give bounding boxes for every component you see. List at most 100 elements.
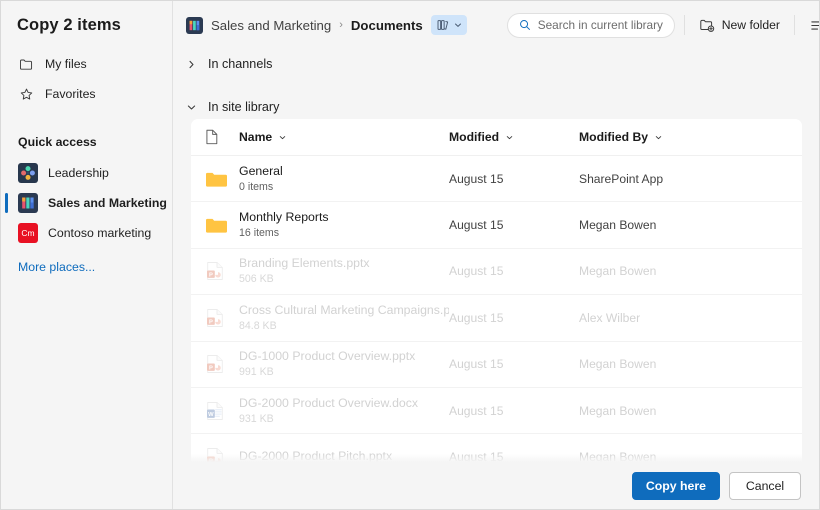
file-name: DG-2000 Product Overview.docx: [239, 395, 419, 410]
column-header-icon: [205, 129, 239, 145]
svg-text:P: P: [209, 366, 213, 372]
modified-by-cell: Megan Bowen: [579, 357, 657, 372]
column-label: Modified: [449, 130, 500, 144]
column-header-modified[interactable]: Modified: [449, 130, 579, 144]
table-row: P Branding Elements.pptx 506 KB August 1…: [191, 249, 802, 296]
new-folder-label: New folder: [721, 18, 780, 32]
column-label: Modified By: [579, 130, 649, 144]
sidebar-item-leadership[interactable]: Leadership: [1, 158, 172, 188]
file-name-cell: Branding Elements.pptx 506 KB: [239, 256, 449, 286]
copy-here-button[interactable]: Copy here: [631, 471, 720, 500]
svg-text:W: W: [208, 411, 214, 417]
library-picker-button[interactable]: [430, 15, 467, 35]
table-row: P Cross Cultural Marketing Campaigns.p… …: [191, 295, 802, 342]
section-label: In site library: [208, 100, 280, 114]
file-meta: 931 KB: [239, 412, 274, 425]
section-label: In channels: [208, 57, 273, 71]
modified-cell: August 15: [449, 310, 504, 325]
star-outline-icon: [18, 86, 34, 102]
chevron-down-icon: [186, 102, 197, 113]
modified-cell: August 15: [449, 264, 504, 279]
sidebar-item-contoso-marketing[interactable]: Cm Contoso marketing: [1, 218, 172, 248]
section-toggle-in-site-library[interactable]: In site library: [174, 94, 819, 120]
column-header-modified-by[interactable]: Modified By: [579, 130, 802, 144]
powerpoint-icon: P: [205, 354, 239, 374]
sales-marketing-site-icon: [18, 193, 38, 213]
sidebar-item-sales-and-marketing[interactable]: Sales and Marketing: [1, 188, 172, 218]
folder-outline-icon: [18, 56, 34, 72]
file-meta: 991 KB: [239, 366, 274, 379]
view-options-button[interactable]: [804, 12, 819, 38]
chevron-down-icon: [453, 20, 463, 30]
chevron-right-icon: [186, 59, 197, 70]
breadcrumb-separator: ›: [339, 19, 343, 31]
file-meta: 16 items: [239, 227, 280, 240]
sort-by-modified-button[interactable]: Modified: [449, 130, 514, 144]
search-input[interactable]: Search in current library: [506, 12, 675, 38]
sort-by-modified-by-button[interactable]: Modified By: [579, 130, 663, 144]
file-name-cell: Cross Cultural Marketing Campaigns.p… 84…: [239, 303, 449, 333]
quick-access-heading: Quick access: [18, 135, 97, 149]
file-name-cell: DG-2000 Product Overview.docx 931 KB: [239, 396, 449, 426]
sidebar-nav: My files Favorites: [1, 49, 172, 109]
column-header-name[interactable]: Name: [239, 130, 449, 144]
search-icon: [519, 19, 531, 31]
modified-cell: August 15: [449, 218, 504, 233]
leadership-site-icon: [18, 163, 38, 183]
modified-cell: August 15: [449, 171, 504, 186]
cancel-button[interactable]: Cancel: [729, 471, 801, 500]
file-type-icon: [205, 129, 219, 145]
file-name: DG-1000 Product Overview.pptx: [239, 349, 416, 364]
file-list-header: Name Modified Modified By: [191, 119, 802, 156]
table-row: W DG-2000 Product Overview.docx 931 KB A…: [191, 388, 802, 435]
breadcrumb-item-site[interactable]: Sales and Marketing: [211, 18, 331, 33]
list-view-icon: [809, 17, 819, 34]
quick-access-list: Leadership Sales and Marketing Cm Contos…: [1, 158, 172, 248]
file-meta: 84.8 KB: [239, 319, 277, 332]
modified-cell: August 15: [449, 357, 504, 372]
file-name-cell: DG-1000 Product Overview.pptx 991 KB: [239, 349, 449, 379]
new-folder-button[interactable]: New folder: [694, 12, 785, 38]
file-name-cell: Monthly Reports 16 items: [239, 210, 449, 240]
breadcrumb-item-current[interactable]: Documents: [351, 18, 423, 33]
chevron-down-icon: [505, 133, 514, 142]
more-places-link[interactable]: More places...: [1, 260, 172, 274]
section-toggle-in-channels[interactable]: In channels: [174, 51, 819, 77]
sidebar-item-favorites[interactable]: Favorites: [1, 79, 172, 109]
table-row[interactable]: Monthly Reports 16 items August 15 Megan…: [191, 202, 802, 249]
column-label: Name: [239, 130, 273, 144]
contoso-marketing-site-icon: Cm: [18, 223, 38, 243]
library-books-icon: [436, 18, 450, 32]
toolbar-divider: [793, 15, 795, 35]
powerpoint-icon: P: [205, 261, 239, 281]
file-name: Cross Cultural Marketing Campaigns.p…: [239, 302, 449, 317]
modified-by-cell: SharePoint App: [579, 171, 664, 186]
sidebar-item-label: Favorites: [45, 87, 96, 101]
toolbar-divider: [683, 15, 685, 35]
dialog-title: Copy 2 items: [17, 16, 121, 34]
dialog-footer: Copy here Cancel: [174, 462, 819, 509]
sidebar-item-label: My files: [45, 57, 87, 71]
modified-by-cell: Megan Bowen: [579, 264, 657, 279]
sidebar-item-label: Contoso marketing: [48, 226, 152, 240]
copy-items-dialog: Copy 2 items My files Favorites Quick ac…: [0, 0, 820, 510]
folder-icon: [205, 216, 239, 234]
file-meta: 0 items: [239, 180, 274, 193]
sidebar-item-label: Leadership: [48, 166, 109, 180]
chevron-down-icon: [278, 133, 287, 142]
file-name: General: [239, 163, 283, 178]
file-name: Monthly Reports: [239, 210, 329, 225]
sidebar-item-my-files[interactable]: My files: [1, 49, 172, 79]
folder-icon: [205, 170, 239, 188]
breadcrumb-site-icon: [186, 16, 203, 34]
table-row: P DG-1000 Product Overview.pptx 991 KB A…: [191, 342, 802, 388]
file-name-cell: General 0 items: [239, 164, 449, 194]
search-placeholder: Search in current library: [537, 18, 663, 32]
sort-by-name-button[interactable]: Name: [239, 130, 287, 144]
file-list: Name Modified Modified By General 0 item…: [191, 119, 802, 509]
sidebar: Copy 2 items My files Favorites Quick ac…: [1, 1, 173, 509]
svg-text:P: P: [209, 319, 213, 325]
modified-by-cell: Alex Wilber: [579, 310, 641, 325]
toolbar: Sales and Marketing › Documents Search i…: [174, 1, 819, 49]
table-row[interactable]: General 0 items August 15 SharePoint App: [191, 156, 802, 203]
